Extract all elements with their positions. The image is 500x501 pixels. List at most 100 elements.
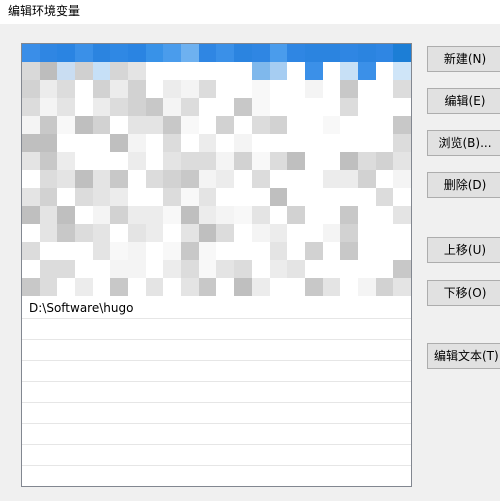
pixel-block <box>375 152 394 170</box>
pixel-block <box>322 44 341 62</box>
list-item[interactable] <box>22 361 411 382</box>
pixel-block <box>269 62 288 80</box>
pixel-block <box>287 188 305 206</box>
path-list[interactable]: D:\Software\hugo <box>21 43 412 487</box>
pixel-block <box>234 44 252 62</box>
pixel-block <box>322 206 341 224</box>
pixel-block <box>216 152 235 170</box>
pixel-block <box>163 278 182 296</box>
pixel-block <box>234 278 252 296</box>
pixel-block <box>145 242 164 260</box>
pixel-block <box>92 80 111 98</box>
browse-button[interactable]: 浏览(B)... <box>427 130 500 156</box>
pixel-block <box>234 80 252 98</box>
pixel-block <box>92 44 111 62</box>
list-item[interactable] <box>22 382 411 403</box>
pixel-block <box>163 116 182 134</box>
pixel-block <box>234 134 252 152</box>
pixel-block <box>57 116 76 134</box>
pixel-block <box>357 62 376 80</box>
pixel-block <box>181 80 199 98</box>
pixel-block <box>128 188 146 206</box>
pixel-block <box>75 152 93 170</box>
list-item[interactable] <box>22 466 411 486</box>
list-item[interactable]: D:\Software\hugo <box>22 298 411 319</box>
pixel-block <box>57 242 76 260</box>
pixel-block <box>163 242 182 260</box>
pixel-block <box>375 170 394 188</box>
pixel-block <box>39 134 58 152</box>
pixel-block <box>340 152 358 170</box>
pixel-block <box>357 116 376 134</box>
pixel-block <box>128 278 146 296</box>
pixel-block <box>128 224 146 242</box>
pixel-block <box>322 134 341 152</box>
delete-button[interactable]: 删除(D) <box>427 172 500 198</box>
pixel-block <box>22 62 40 80</box>
pixel-block <box>287 80 305 98</box>
pixel-block <box>145 98 164 116</box>
pixel-block <box>393 170 411 188</box>
edit-button[interactable]: 编辑(E) <box>427 88 500 114</box>
list-item[interactable] <box>22 403 411 424</box>
pixel-block <box>269 242 288 260</box>
pixel-block <box>375 116 394 134</box>
pixel-block <box>287 206 305 224</box>
list-item[interactable] <box>22 340 411 361</box>
pixel-block <box>269 98 288 116</box>
pixel-block <box>39 98 58 116</box>
pixel-block <box>251 206 270 224</box>
pixel-block <box>22 206 40 224</box>
pixel-block <box>375 242 394 260</box>
list-item[interactable] <box>22 445 411 466</box>
pixel-block <box>340 188 358 206</box>
pixel-block <box>198 170 217 188</box>
move-down-button[interactable]: 下移(O) <box>427 280 500 306</box>
pixel-block <box>198 116 217 134</box>
pixel-block <box>57 206 76 224</box>
pixel-block <box>393 62 411 80</box>
move-up-button[interactable]: 上移(U) <box>427 237 500 263</box>
pixel-block <box>322 98 341 116</box>
pixel-block <box>163 98 182 116</box>
pixel-block <box>269 152 288 170</box>
pixel-block <box>287 260 305 278</box>
pixel-block <box>234 98 252 116</box>
new-button[interactable]: 新建(N) <box>427 46 500 72</box>
pixel-block <box>198 206 217 224</box>
pixel-block <box>251 188 270 206</box>
pixel-block <box>39 170 58 188</box>
pixel-block <box>357 98 376 116</box>
pixel-block <box>269 44 288 62</box>
list-item[interactable] <box>22 319 411 340</box>
pixel-block <box>393 206 411 224</box>
pixel-block <box>340 116 358 134</box>
pixel-block <box>22 80 40 98</box>
list-item[interactable] <box>22 424 411 445</box>
pixel-block <box>75 44 93 62</box>
pixel-block <box>304 206 323 224</box>
pixel-block <box>357 188 376 206</box>
pixel-block <box>198 62 217 80</box>
pixel-block <box>110 80 129 98</box>
pixel-block <box>75 278 93 296</box>
pixel-block <box>163 80 182 98</box>
pixel-block <box>216 134 235 152</box>
pixel-block <box>181 188 199 206</box>
pixel-block <box>198 242 217 260</box>
pixel-block <box>216 170 235 188</box>
pixel-block <box>304 80 323 98</box>
pixel-block <box>287 98 305 116</box>
pixel-block <box>287 62 305 80</box>
pixel-block <box>357 278 376 296</box>
pixel-block <box>75 80 93 98</box>
pixel-block <box>39 206 58 224</box>
edit-text-button[interactable]: 编辑文本(T)... <box>427 343 500 369</box>
pixel-block <box>375 206 394 224</box>
pixel-block <box>145 44 164 62</box>
pixel-block <box>128 62 146 80</box>
pixel-block <box>251 80 270 98</box>
pixel-block <box>181 62 199 80</box>
pixel-block <box>198 98 217 116</box>
pixel-block <box>181 44 199 62</box>
